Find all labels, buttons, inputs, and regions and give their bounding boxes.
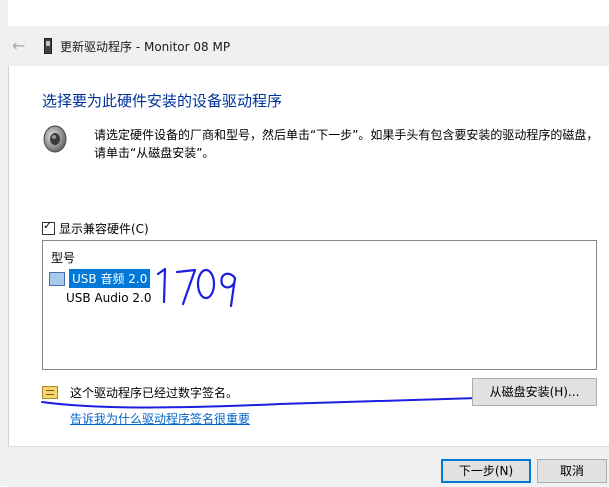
speaker-icon (43, 125, 67, 153)
list-item[interactable]: USB 音频 2.0 (49, 269, 151, 288)
compatible-hardware-label: 显示兼容硬件(C) (59, 222, 149, 236)
next-button[interactable]: 下一步(N) (441, 459, 531, 483)
compatible-hardware-checkbox[interactable]: 显示兼容硬件(C) (42, 219, 149, 237)
list-header-model: 型号 (51, 251, 76, 265)
back-arrow-icon[interactable]: ← (12, 36, 25, 55)
list-item-label: USB Audio 2.0 (66, 291, 152, 305)
cancel-button[interactable]: 取消 (537, 459, 607, 483)
checkbox-checked-icon[interactable] (42, 219, 55, 235)
signing-info-link[interactable]: 告诉我为什么驱动程序签名很重要 (70, 410, 250, 427)
window-title: 更新驱动程序 - Monitor 08 MP (60, 40, 231, 54)
list-item[interactable]: USB Audio 2.0 (66, 291, 151, 305)
model-list[interactable]: 型号 USB 音频 2.0 USB Audio 2.0 (42, 240, 597, 370)
device-icon (44, 38, 52, 54)
audio-device-icon (49, 271, 65, 286)
background-window-edge (0, 0, 9, 486)
page-heading: 选择要为此硬件安装的设备驱动程序 (42, 92, 283, 110)
top-strip (8, 0, 609, 26)
list-item-label-selected: USB 音频 2.0 (69, 269, 151, 288)
handwritten-annotation: 1709 (156, 267, 237, 308)
have-disk-button[interactable]: 从磁盘安装(H)... (472, 378, 597, 406)
instruction-text: 请选定硬件设备的厂商和型号，然后单击“下一步”。如果手头有包含要安装的驱动程序的… (94, 128, 599, 160)
